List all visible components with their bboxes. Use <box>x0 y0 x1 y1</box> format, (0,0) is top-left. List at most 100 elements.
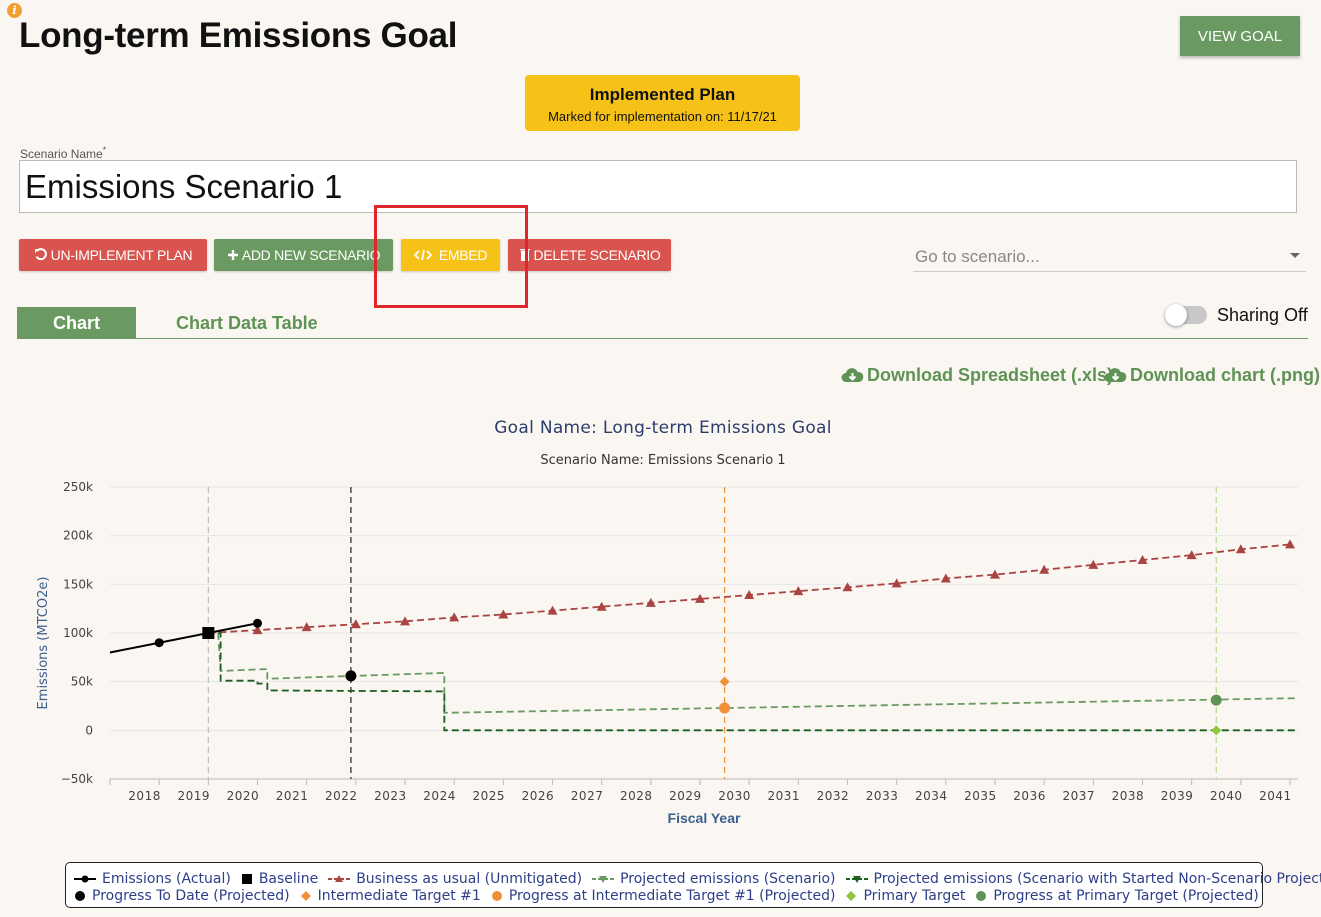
chart-legend: Emissions (Actual) Baseline Business as us… <box>65 862 1321 908</box>
y-tick-label: −50k <box>61 772 93 786</box>
legend-label: Emissions (Actual) <box>102 871 231 887</box>
legend-symbol <box>74 875 96 883</box>
legend-symbol <box>241 874 252 884</box>
legend-item[interactable]: Business as usual (Unmitigated) <box>328 871 582 887</box>
y-tick-label: 150k <box>63 577 93 591</box>
intermediate-target-point <box>719 676 730 687</box>
scenario-name-label-text: Scenario Name <box>20 147 103 161</box>
progress-primary-point <box>1210 694 1222 706</box>
x-tick-label: 2030 <box>718 789 751 803</box>
legend-item[interactable]: Progress at Primary Target (Projected) <box>975 888 1259 904</box>
goto-scenario-select[interactable]: Go to scenario... <box>913 242 1306 272</box>
x-tick-label: 2025 <box>472 789 505 803</box>
cloud-download-icon <box>841 368 864 382</box>
x-tick-label: 2038 <box>1112 789 1145 803</box>
unimplement-plan-label: UN-IMPLEMENT PLAN <box>50 247 193 263</box>
legend-item[interactable]: Intermediate Target #1 <box>300 888 481 904</box>
x-tick-label: 2033 <box>866 789 899 803</box>
progress-to-date-point <box>345 670 357 682</box>
y-tick-label: 0 <box>85 723 93 737</box>
sharing-toggle[interactable] <box>1165 304 1207 326</box>
legend-symbol <box>75 891 85 901</box>
download-chart-link[interactable]: Download chart (.png) <box>1104 365 1320 386</box>
chart-title: Goal Name: Long-term Emissions Goal <box>494 418 832 438</box>
y-tick-label: 250k <box>63 480 93 494</box>
legend-item[interactable]: Primary Target <box>845 888 965 904</box>
x-tick-label: 2031 <box>767 789 800 803</box>
scenario-name-input[interactable] <box>19 160 1297 213</box>
chart-subtitle: Scenario Name: Emissions Scenario 1 <box>540 453 785 468</box>
series-line-projected-scenario <box>217 632 1295 714</box>
banner-title: Implemented Plan <box>589 85 736 104</box>
x-tick-label: 2032 <box>817 789 850 803</box>
legend-symbol <box>491 891 502 901</box>
x-tick-label: 2026 <box>522 789 555 803</box>
unimplement-plan-button[interactable]: UN-IMPLEMENT PLAN <box>19 239 207 271</box>
x-tick-label: 2021 <box>276 789 309 803</box>
y-tick-label: 200k <box>63 529 93 543</box>
x-tick-label: 2041 <box>1259 789 1292 803</box>
plus-icon <box>227 250 238 260</box>
x-tick-label: 2037 <box>1062 789 1095 803</box>
x-tick-label: 2028 <box>620 789 653 803</box>
x-tick-label: 2039 <box>1161 789 1194 803</box>
banner-subtitle: Marked for implementation on: 11/17/21 <box>548 109 777 124</box>
delete-scenario-label: DELETE SCENARIO <box>533 247 661 263</box>
add-new-scenario-button[interactable]: ADD NEW SCENARIO <box>214 239 393 271</box>
x-tick-label: 2029 <box>669 789 702 803</box>
progress-intermediate-point <box>719 702 731 714</box>
tab-chart[interactable]: Chart <box>17 307 136 339</box>
legend-label: Business as usual (Unmitigated) <box>356 871 583 887</box>
x-tick-label: 2035 <box>964 789 997 803</box>
legend-label: Progress at Intermediate Target #1 (Proj… <box>508 888 836 904</box>
toggle-knob <box>1165 304 1187 326</box>
legend-item[interactable]: Progress at Intermediate Target #1 (Proj… <box>491 888 836 904</box>
x-tick-label: 2024 <box>423 789 456 803</box>
implemented-plan-banner: Implemented Plan Marked for implementati… <box>525 75 800 131</box>
goto-scenario-placeholder: Go to scenario... <box>915 247 1040 266</box>
x-tick-label: 2018 <box>128 789 161 803</box>
add-new-scenario-label: ADD NEW SCENARIO <box>241 247 381 263</box>
baseline-point <box>202 627 215 639</box>
delete-scenario-button[interactable]: DELETE SCENARIO <box>508 239 671 271</box>
y-tick-label: 50k <box>71 675 93 689</box>
legend-label: Progress at Primary Target (Projected) <box>993 888 1259 904</box>
download-spreadsheet-link[interactable]: Download Spreadsheet (.xls) <box>841 365 1113 386</box>
x-tick-label: 2034 <box>915 789 948 803</box>
emissions-chart: Goal Name: Long-term Emissions Goal Scena… <box>36 418 1298 826</box>
legend-symbol <box>846 891 857 901</box>
x-tick-label: 2020 <box>227 789 260 803</box>
legend-item[interactable]: Projected emissions (Scenario) <box>592 871 836 887</box>
tab-chart-data-table[interactable]: Chart Data Table <box>176 313 318 334</box>
tab-underline <box>17 338 1308 339</box>
legend-row: Emissions (Actual) Baseline Business as us… <box>74 871 1321 887</box>
x-tick-label: 2023 <box>374 789 407 803</box>
legend-symbol <box>300 891 311 901</box>
x-tick-label: 2027 <box>571 789 604 803</box>
cloud-download-icon <box>1104 368 1127 382</box>
legend-label: Progress To Date (Projected) <box>92 888 290 904</box>
legend-label: Baseline <box>258 871 319 887</box>
actual-point <box>154 638 164 648</box>
download-spreadsheet-label: Download Spreadsheet (.xls) <box>867 365 1114 385</box>
required-mark: * <box>102 145 107 155</box>
y-tick-label: 100k <box>63 626 93 640</box>
legend-item[interactable]: Emissions (Actual) <box>74 871 231 887</box>
legend-label: Projected emissions (Scenario with Start… <box>873 871 1321 887</box>
legend-label: Projected emissions (Scenario) <box>620 871 836 887</box>
view-goal-button[interactable]: VIEW GOAL <box>1180 16 1300 56</box>
legend-label: Intermediate Target #1 <box>317 888 481 904</box>
legend-item[interactable]: Projected emissions (Scenario with Start… <box>845 871 1321 887</box>
scenario-name-label: Scenario Name* <box>20 145 106 161</box>
highlight-annotation <box>374 205 528 308</box>
actual-point <box>253 618 262 628</box>
primary-target-point <box>1211 725 1222 736</box>
legend-symbol <box>328 875 351 882</box>
chevron-down-icon <box>1290 253 1300 258</box>
series-line-business-as-usual <box>208 543 1291 634</box>
legend-item[interactable]: Baseline <box>241 871 318 887</box>
undo-icon <box>34 248 47 261</box>
download-chart-label: Download chart (.png) <box>1130 365 1320 385</box>
legend-item[interactable]: Progress To Date (Projected) <box>74 888 290 904</box>
sharing-label: Sharing Off <box>1217 305 1308 325</box>
